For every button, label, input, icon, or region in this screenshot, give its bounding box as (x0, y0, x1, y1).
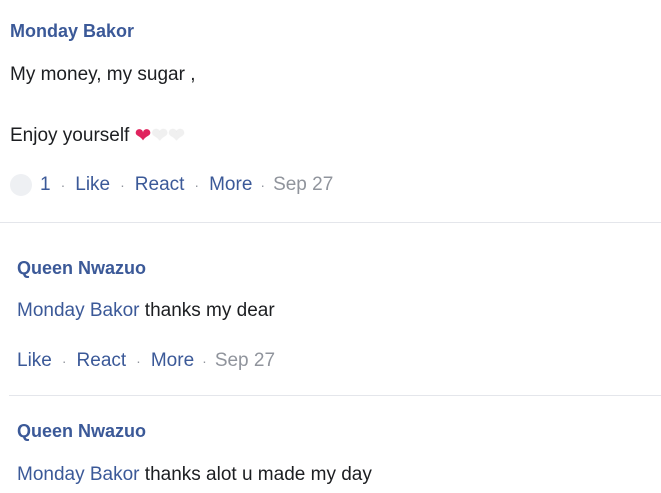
comment-text: thanks alot u made my day (139, 464, 372, 485)
comment-actions: 1 · Like · React · More · Sep 27 (10, 173, 333, 197)
separator-dot: · (194, 177, 200, 193)
comment-timestamp[interactable]: Sep 27 (273, 173, 333, 197)
separator-dot: · (202, 353, 207, 369)
comment-text-line: Monday Bakor thanks alot u made my day (17, 463, 372, 487)
comment-text-line: Monday Bakor thanks my dear (17, 299, 275, 323)
comment-author-name[interactable]: Queen Nwazuo (17, 257, 146, 279)
white-heart-emoji-icon: ❤ (168, 125, 185, 147)
comment-text: Enjoy yourself (10, 125, 130, 147)
react-button[interactable]: React (77, 349, 127, 373)
separator-dot: · (61, 353, 67, 369)
more-button[interactable]: More (151, 349, 194, 373)
comment-divider (9, 395, 661, 396)
comment-author-name[interactable]: Queen Nwazuo (17, 420, 146, 442)
like-button[interactable]: Like (17, 349, 52, 373)
reaction-count[interactable]: 1 (40, 173, 51, 197)
comment-actions: Like · React · More · Sep 27 (17, 349, 275, 373)
separator-dot: · (60, 177, 66, 193)
separator-dot: · (120, 177, 125, 193)
react-button[interactable]: React (135, 173, 185, 197)
comment-author-name[interactable]: Monday Bakor (10, 20, 134, 42)
comment-timestamp[interactable]: Sep 27 (215, 349, 275, 373)
red-heart-emoji-icon: ❤ (134, 125, 152, 147)
comment-divider (0, 222, 661, 223)
separator-dot: · (260, 177, 266, 193)
mention-link[interactable]: Monday Bakor (17, 464, 140, 485)
mention-link[interactable]: Monday Bakor (17, 300, 140, 321)
more-button[interactable]: More (209, 173, 252, 197)
comment-text-line-with-emoji: Enjoy yourself ❤❤❤ (10, 124, 185, 148)
comment-thread: Monday Bakor My money, my sugar , Enjoy … (0, 0, 661, 493)
comment-text-line: My money, my sugar , (10, 64, 196, 85)
separator-dot: · (136, 353, 141, 369)
comment-text: thanks my dear (139, 300, 275, 321)
like-button[interactable]: Like (75, 173, 110, 197)
white-heart-emoji-icon: ❤ (151, 125, 169, 147)
reaction-bubble-icon[interactable] (10, 174, 32, 196)
